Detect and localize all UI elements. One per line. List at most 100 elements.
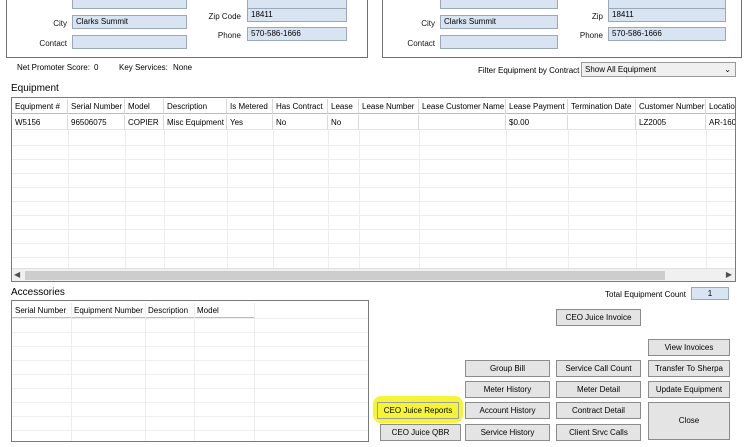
empty-row xyxy=(12,388,368,389)
group-bill-button[interactable]: Group Bill xyxy=(465,360,550,377)
client-srvc-calls-button[interactable]: Client Srvc Calls xyxy=(556,424,641,441)
billing-zip-label: Zip xyxy=(591,12,603,21)
accessories-header-row: Serial Number Equipment Number Description… xyxy=(12,303,368,318)
empty-row xyxy=(12,318,368,319)
contract-detail-button[interactable]: Contract Detail xyxy=(556,402,641,419)
column-header[interactable]: Description xyxy=(164,99,227,114)
table-row[interactable]: W5156 96506075 COPIER Misc Equipment Yes No No… xyxy=(12,115,735,130)
column-divider xyxy=(506,130,507,268)
column-header[interactable]: Has Contract xyxy=(273,99,328,114)
empty-row xyxy=(12,374,368,375)
table-cell: 96506075 xyxy=(68,115,125,130)
table-cell: LZ2005 xyxy=(636,115,706,130)
column-header[interactable]: Description xyxy=(145,303,194,318)
column-header[interactable]: Is Metered xyxy=(227,99,273,114)
customer-address-field[interactable] xyxy=(72,0,187,9)
equipment-grid[interactable]: Equipment # Serial Number Model Description… xyxy=(11,97,736,282)
column-header[interactable]: Lease Payment xyxy=(506,99,568,114)
service-call-count-button[interactable]: Service Call Count xyxy=(556,360,641,377)
column-header[interactable]: Lease Number xyxy=(359,99,419,114)
table-cell xyxy=(419,115,506,130)
column-divider xyxy=(273,130,274,268)
column-header[interactable]: Serial Number xyxy=(68,99,125,114)
customer-city-field[interactable]: Clarks Summit xyxy=(72,15,187,29)
customer-address-panel: City Clarks Summit Contact Zip Code 1841… xyxy=(6,0,368,58)
customer-zip-label: Zip Code xyxy=(208,12,241,21)
column-divider xyxy=(227,130,228,268)
column-header[interactable]: Customer Number xyxy=(636,99,706,114)
billing-contact-field[interactable] xyxy=(440,35,558,49)
transfer-to-sherpa-button[interactable]: Transfer To Sherpa xyxy=(648,360,730,377)
billing-address-panel: City Clarks Summit Contact Zip 18411 Pho… xyxy=(382,0,742,58)
customer-zip-field[interactable]: 18411 xyxy=(247,8,347,22)
empty-row xyxy=(12,402,368,403)
empty-row xyxy=(12,416,368,417)
empty-row xyxy=(12,187,735,188)
empty-row xyxy=(12,145,735,146)
column-header[interactable]: Lease xyxy=(328,99,359,114)
scrollbar-thumb[interactable] xyxy=(25,271,665,280)
table-cell: AR-160 xyxy=(706,115,735,130)
ceo-juice-reports-button[interactable]: CEO Juice Reports xyxy=(377,402,459,419)
ceo-juice-invoice-button[interactable]: CEO Juice Invoice xyxy=(556,309,641,326)
total-equipment-label: Total Equipment Count xyxy=(605,290,686,299)
column-divider xyxy=(71,303,72,441)
billing-phone-field[interactable]: 570-586-1666 xyxy=(608,27,726,41)
customer-city-label: City xyxy=(53,19,67,28)
horizontal-scrollbar[interactable]: ◀ ▶ xyxy=(12,268,735,281)
column-divider xyxy=(706,130,707,268)
column-header[interactable]: Location xyxy=(706,99,735,114)
filter-select-value: Show All Equipment xyxy=(585,65,657,74)
equipment-header-row: Equipment # Serial Number Model Description… xyxy=(12,99,735,114)
meter-detail-button[interactable]: Meter Detail xyxy=(556,381,641,398)
scroll-left-icon[interactable]: ◀ xyxy=(14,270,20,279)
ceo-juice-qbr-button[interactable]: CEO Juice QBR xyxy=(380,424,461,441)
column-header[interactable]: Lease Customer Name xyxy=(419,99,506,114)
nps-value: 0 xyxy=(94,63,99,72)
table-cell xyxy=(359,115,419,130)
column-divider xyxy=(254,303,255,441)
account-history-button[interactable]: Account History xyxy=(465,402,550,419)
customer-phone-field[interactable]: 570-586-1666 xyxy=(247,27,347,41)
billing-city-field[interactable]: Clarks Summit xyxy=(440,15,558,29)
column-header[interactable]: Equipment # xyxy=(12,99,68,114)
column-header[interactable]: Model xyxy=(194,303,254,318)
column-divider xyxy=(568,130,569,268)
accessories-grid-lines xyxy=(12,303,368,441)
update-equipment-button[interactable]: Update Equipment xyxy=(648,381,730,398)
table-cell: $0.00 xyxy=(506,115,568,130)
scroll-right-icon[interactable]: ▶ xyxy=(726,270,732,279)
close-button[interactable]: Close xyxy=(648,402,730,440)
billing-contact-label: Contact xyxy=(407,39,435,48)
empty-row xyxy=(12,430,368,431)
equipment-section-title: Equipment xyxy=(11,83,59,94)
billing-city-label: City xyxy=(421,19,435,28)
billing-address-field[interactable] xyxy=(440,0,558,9)
meter-history-button[interactable]: Meter History xyxy=(465,381,550,398)
accessories-grid[interactable]: Serial Number Equipment Number Description… xyxy=(11,300,369,442)
column-header[interactable]: Serial Number xyxy=(12,303,71,318)
empty-row xyxy=(12,159,735,160)
table-cell: Misc Equipment xyxy=(164,115,227,130)
filter-label: Filter Equipment by Contract xyxy=(478,66,580,75)
billing-zip-field[interactable]: 18411 xyxy=(608,8,726,22)
table-cell: Yes xyxy=(227,115,273,130)
column-divider xyxy=(328,130,329,268)
key-services-label: Key Services: xyxy=(119,63,168,72)
column-header[interactable]: Model xyxy=(125,99,164,114)
service-history-button[interactable]: Service History xyxy=(465,424,550,441)
empty-row xyxy=(12,229,735,230)
column-divider xyxy=(125,130,126,268)
column-header[interactable]: Equipment Number xyxy=(71,303,145,318)
column-header[interactable]: Termination Date xyxy=(568,99,636,114)
empty-row xyxy=(12,215,735,216)
filter-equipment-select[interactable]: Show All Equipment ⌄ xyxy=(581,62,736,77)
nps-label: Net Promoter Score: xyxy=(17,63,90,72)
accessories-section-title: Accessories xyxy=(11,287,65,298)
key-services-value: None xyxy=(173,63,193,72)
empty-row xyxy=(12,257,735,258)
customer-contact-field[interactable] xyxy=(72,35,187,49)
view-invoices-button[interactable]: View Invoices xyxy=(648,339,730,356)
column-divider xyxy=(164,130,165,268)
total-equipment-count: 1 xyxy=(691,287,729,300)
